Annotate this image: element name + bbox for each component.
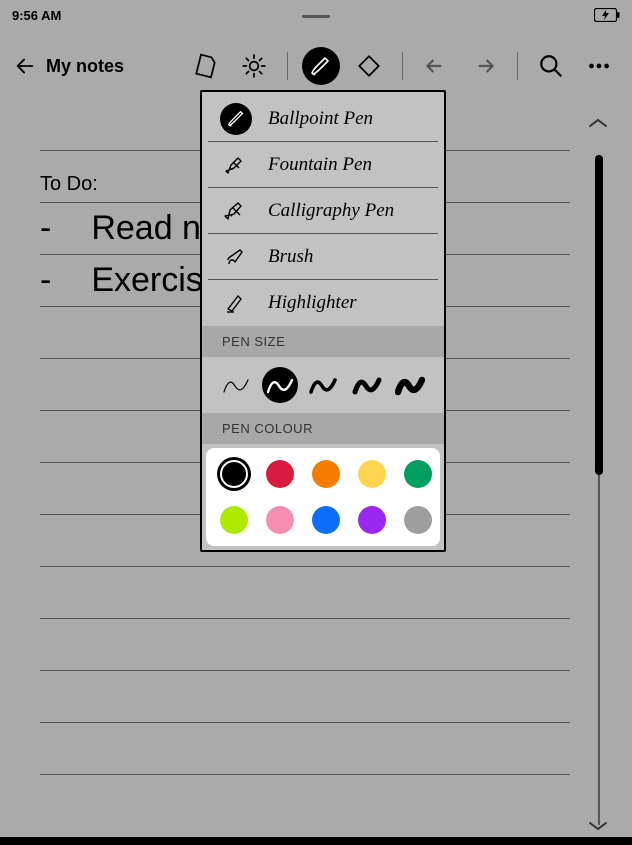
pen-size-4[interactable] xyxy=(349,367,385,403)
eraser-tool[interactable] xyxy=(350,47,388,85)
chevron-down-icon[interactable] xyxy=(588,819,608,833)
search-button[interactable] xyxy=(532,47,570,85)
chevron-up-icon[interactable] xyxy=(588,116,608,130)
pen-size-row xyxy=(202,357,444,413)
pen-label: Highlighter xyxy=(268,292,357,314)
bottom-bar xyxy=(0,837,632,845)
note-line xyxy=(40,619,570,671)
ballpoint-icon xyxy=(220,103,252,135)
pen-label: Ballpoint Pen xyxy=(268,108,373,130)
more-menu[interactable] xyxy=(580,47,618,85)
separator xyxy=(517,52,518,80)
scroll-thumb[interactable] xyxy=(595,155,603,475)
redo-button[interactable] xyxy=(465,47,503,85)
bullet: - xyxy=(40,209,51,248)
pen-tool[interactable] xyxy=(302,47,340,85)
status-bar: 9:56 AM xyxy=(0,0,632,30)
colour-swatch-black[interactable] xyxy=(220,460,248,488)
colour-swatch-purple[interactable] xyxy=(358,506,386,534)
pen-label: Fountain Pen xyxy=(268,154,372,176)
colour-swatch-orange[interactable] xyxy=(312,460,340,488)
pen-label: Brush xyxy=(268,246,313,268)
undo-button[interactable] xyxy=(417,47,455,85)
pen-size-1[interactable] xyxy=(218,367,254,403)
pen-option-ballpoint[interactable]: Ballpoint Pen xyxy=(208,96,438,142)
pen-option-brush[interactable]: Brush xyxy=(208,234,438,280)
note-line xyxy=(40,567,570,619)
pen-dropdown: Ballpoint Pen Fountain Pen Calligraphy P… xyxy=(200,90,446,552)
note-item-text: Exercis xyxy=(91,261,202,300)
colour-swatch-green[interactable] xyxy=(404,460,432,488)
drag-handle[interactable] xyxy=(302,15,330,18)
pen-size-3[interactable] xyxy=(305,367,341,403)
bullet: - xyxy=(40,261,51,300)
pen-option-calligraphy[interactable]: Calligraphy Pen xyxy=(208,188,438,234)
highlighter-icon xyxy=(220,287,252,319)
separator xyxy=(402,52,403,80)
pen-option-highlighter[interactable]: Highlighter xyxy=(208,280,438,326)
status-time: 9:56 AM xyxy=(12,8,61,23)
pen-colour-header: PEN COLOUR xyxy=(202,413,444,444)
note-heading: To Do: xyxy=(40,173,98,202)
page-title: My notes xyxy=(46,56,124,77)
back-arrow-icon xyxy=(14,55,36,77)
back-nav[interactable]: My notes xyxy=(14,55,124,77)
brightness-tool[interactable] xyxy=(235,47,273,85)
note-line xyxy=(40,723,570,775)
colour-swatch-blue[interactable] xyxy=(312,506,340,534)
toolbar: My notes xyxy=(0,44,632,88)
colour-swatch-grey[interactable] xyxy=(404,506,432,534)
fountain-pen-icon xyxy=(220,149,252,181)
calligraphy-pen-icon xyxy=(220,195,252,227)
pen-size-5[interactable] xyxy=(392,367,428,403)
rotate-tool[interactable] xyxy=(187,47,225,85)
note-line xyxy=(40,671,570,723)
note-item-text: Read n xyxy=(91,209,201,248)
pen-label: Calligraphy Pen xyxy=(268,200,394,222)
pen-option-fountain[interactable]: Fountain Pen xyxy=(208,142,438,188)
colour-swatch-lime[interactable] xyxy=(220,506,248,534)
colour-panel xyxy=(206,448,440,546)
pen-size-header: PEN SIZE xyxy=(202,326,444,357)
colour-swatch-yellow[interactable] xyxy=(358,460,386,488)
pen-size-2[interactable] xyxy=(262,367,298,403)
battery-icon xyxy=(594,8,620,22)
colour-swatch-pink[interactable] xyxy=(266,506,294,534)
colour-swatch-red[interactable] xyxy=(266,460,294,488)
separator xyxy=(287,52,288,80)
brush-icon xyxy=(220,241,252,273)
